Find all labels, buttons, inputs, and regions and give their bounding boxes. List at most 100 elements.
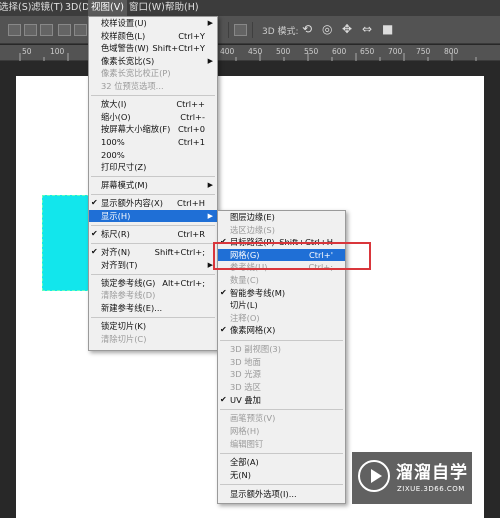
- ruler-label: 450: [248, 47, 263, 56]
- menu-item-校样颜色[interactable]: 校样颜色(L) Ctrl+Y: [89, 30, 217, 43]
- submenu-arrow-icon: ▶: [207, 56, 213, 65]
- checkmark-icon: ✔: [220, 394, 227, 404]
- align-center-icon[interactable]: [24, 24, 37, 36]
- menu-item-label: 网格(H): [230, 426, 260, 436]
- submenu-arrow-icon: ▶: [207, 260, 213, 269]
- menu-item-label: 清除切片(C): [101, 333, 147, 344]
- menu-item-label: 200%: [101, 149, 125, 160]
- 3d-rotate-icon[interactable]: ⟲: [302, 22, 312, 36]
- menu-bar: 选择(S) 滤镜(T) 3D(D) 视图(V) 窗口(W) 帮助(H): [0, 0, 500, 16]
- menu-item-锁定切片[interactable]: 锁定切片(K): [89, 320, 217, 333]
- menu-item-显示[interactable]: 显示(H) ▶: [89, 209, 217, 223]
- menu-item-缩小[interactable]: 缩小(O) Ctrl+-: [89, 111, 217, 124]
- 3d-pan-icon[interactable]: ✥: [342, 22, 352, 36]
- 3d-roll-icon[interactable]: ◎: [322, 22, 332, 36]
- menu-item-放大[interactable]: 放大(I) Ctrl++: [89, 98, 217, 111]
- align-middle-icon[interactable]: [74, 24, 87, 36]
- menu-item-智能参考线[interactable]: ✔ 智能参考线(M): [218, 287, 345, 300]
- menu-item-shortcut: Ctrl+1: [178, 136, 205, 147]
- submenu-arrow-icon: ▶: [207, 19, 213, 27]
- menu-item-目标路径[interactable]: ✔ 目标路径(P) Shift+Ctrl+H: [218, 236, 345, 249]
- menu-item-32-位预览选项: 32 位预览选项...: [89, 80, 217, 93]
- menu-item-shortcut: Ctrl+;: [308, 262, 333, 273]
- menu-item-uv-叠加[interactable]: ✔ UV 叠加: [218, 394, 345, 407]
- ruler-label: 100: [50, 47, 65, 56]
- menu-item-按屏幕大小缩放[interactable]: 按屏幕大小缩放(F) Ctrl+0: [89, 123, 217, 136]
- menu-item-label: 3D 地面: [230, 356, 261, 367]
- align-right-icon[interactable]: [40, 24, 53, 36]
- menu-item-label: UV 叠加: [230, 394, 261, 405]
- menu-view[interactable]: 视图(V): [88, 0, 127, 16]
- menu-item-label: 画笔预览(V): [230, 413, 276, 424]
- ruler-label: 50: [22, 47, 32, 56]
- ruler-label: 550: [304, 47, 319, 56]
- menu-separator: [220, 484, 343, 486]
- menu-item-打印尺寸[interactable]: 打印尺寸(Z): [89, 161, 217, 174]
- menu-item-网格[interactable]: 网格(G) Ctrl+': [218, 248, 345, 262]
- menu-item-锁定参考线[interactable]: 锁定参考线(G) Alt+Ctrl+;: [89, 277, 217, 290]
- menu-item-标尺[interactable]: ✔ 标尺(R) Ctrl+R: [89, 228, 217, 241]
- horizontal-ruler[interactable]: 50 100 400 450 500 550 600 650 700 750 8…: [0, 45, 500, 61]
- menu-item-屏幕模式[interactable]: 屏幕模式(M) ▶: [89, 179, 217, 192]
- menu-separator: [220, 452, 343, 454]
- ruler-label: 800: [444, 47, 459, 56]
- menu-item-shortcut: Shift+Ctrl+H: [279, 237, 333, 248]
- menu-item-label: 按屏幕大小缩放(F): [101, 124, 171, 135]
- menu-item-图层边缘[interactable]: 图层边缘(E): [218, 211, 345, 224]
- menu-separator: [91, 273, 215, 275]
- 3d-scale-icon[interactable]: ■: [382, 22, 393, 36]
- align-top-icon[interactable]: [58, 24, 71, 36]
- checkmark-icon: ✔: [91, 229, 98, 238]
- menu-item-label: 放大(I): [101, 99, 127, 110]
- menu-item-像素网格[interactable]: ✔ 像素网格(X): [218, 324, 345, 337]
- show-submenu: 图层边缘(E) 选区边缘(S) ✔ 目标路径(P) Shift+Ctrl+H 网格(G) C…: [217, 210, 346, 504]
- menu-item-label: 数量(C): [230, 275, 259, 285]
- menu-item-切片[interactable]: 切片(L): [218, 299, 345, 312]
- menu-item-shortcut: Shift+Ctrl+Y: [152, 43, 205, 54]
- menu-item-3d-副视图: 3D 副视图(3): [218, 343, 345, 356]
- menu-item-校样设置[interactable]: 校样设置(U) ▶: [89, 17, 217, 30]
- toolbar-divider: [252, 22, 253, 38]
- checkmark-icon: ✔: [220, 287, 227, 297]
- menu-item-label: 32 位预览选项...: [101, 81, 164, 91]
- menu-item-label: 打印尺寸(Z): [101, 162, 147, 173]
- submenu-arrow-icon: ▶: [207, 181, 213, 190]
- menu-item-色域警告[interactable]: 色域警告(W) Shift+Ctrl+Y: [89, 42, 217, 55]
- menu-item-3d-光源: 3D 光源: [218, 368, 345, 381]
- menu-item-清除参考线: 清除参考线(D): [89, 289, 217, 302]
- menu-item-100[interactable]: 100% Ctrl+1: [89, 136, 217, 149]
- menu-separator: [91, 175, 215, 177]
- menu-item-像素长宽比校正: 像素长宽比校正(P): [89, 67, 217, 80]
- align-left-icon[interactable]: [8, 24, 21, 36]
- menu-item-像素长宽比[interactable]: 像素长宽比(S) ▶: [89, 55, 217, 68]
- menu-item-显示额外选项[interactable]: 显示额外选项(I)...: [218, 488, 345, 501]
- menu-item-显示额外内容[interactable]: ✔ 显示额外内容(X) Ctrl+H: [89, 197, 217, 210]
- menu-separator: [91, 194, 215, 196]
- menu-item-参考线: 参考线(U) Ctrl+;: [218, 261, 345, 274]
- menu-item-label: 屏幕模式(M): [101, 180, 148, 191]
- menu-item-对齐[interactable]: ✔ 对齐(N) Shift+Ctrl+;: [89, 246, 217, 259]
- menu-item-全部[interactable]: 全部(A): [218, 456, 345, 469]
- checkmark-icon: ✔: [91, 198, 98, 208]
- menu-item-新建参考线[interactable]: 新建参考线(E)...: [89, 302, 217, 315]
- menu-item-label: 像素长宽比(S): [101, 55, 155, 66]
- menu-item-label: 新建参考线(E)...: [101, 303, 163, 313]
- menu-item-label: 全部(A): [230, 457, 259, 468]
- toolbar-divider: [228, 22, 229, 38]
- menu-item-200[interactable]: 200%: [89, 149, 217, 162]
- menu-help[interactable]: 帮助(H): [162, 0, 202, 16]
- menu-item-label: 网格(G): [230, 249, 260, 260]
- menu-item-对齐到[interactable]: 对齐到(T) ▶: [89, 259, 217, 272]
- distribute-icon[interactable]: [234, 24, 247, 36]
- menu-item-无[interactable]: 无(N): [218, 469, 345, 482]
- menu-filter[interactable]: 滤镜(T): [28, 0, 66, 16]
- menu-item-label: 选区边缘(S): [230, 224, 275, 235]
- ruler-label: 700: [388, 47, 403, 56]
- menu-item-label: 切片(L): [230, 300, 258, 311]
- menu-item-编辑图钉: 编辑图钉: [218, 438, 345, 451]
- 3d-slide-icon[interactable]: ⇔: [362, 22, 372, 36]
- menu-item-shortcut: Ctrl+': [309, 249, 333, 260]
- menu-item-label: 校样颜色(L): [101, 30, 146, 41]
- checkmark-icon: ✔: [91, 247, 98, 257]
- menu-item-shortcut: Ctrl+R: [177, 229, 205, 239]
